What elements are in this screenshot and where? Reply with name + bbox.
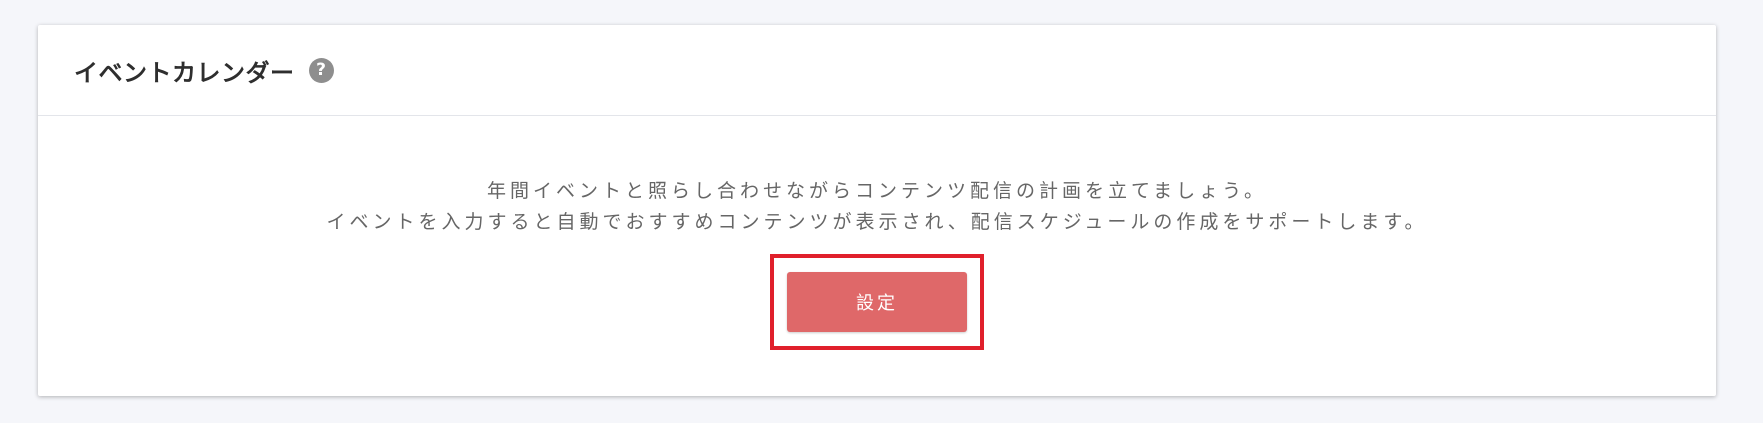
event-calendar-card: イベントカレンダー ? 年間イベントと照らし合わせながらコンテンツ配信の計画を立…	[38, 25, 1716, 396]
card-title: イベントカレンダー	[74, 58, 295, 87]
page: イベントカレンダー ? 年間イベントと照らし合わせながらコンテンツ配信の計画を立…	[0, 0, 1763, 423]
settings-button[interactable]: 設定	[787, 272, 967, 332]
description-line-2: イベントを入力すると自動でおすすめコンテンツが表示され、配信スケジュールの作成を…	[326, 211, 1428, 233]
card-body: 年間イベントと照らし合わせながらコンテンツ配信の計画を立てましょう。 イベントを…	[38, 116, 1716, 350]
description-line-1: 年間イベントと照らし合わせながらコンテンツ配信の計画を立てましょう。	[487, 180, 1267, 202]
question-circle-icon[interactable]: ?	[308, 57, 334, 83]
button-highlight-box: 設定	[770, 254, 984, 350]
card-header: イベントカレンダー ?	[38, 25, 1716, 116]
